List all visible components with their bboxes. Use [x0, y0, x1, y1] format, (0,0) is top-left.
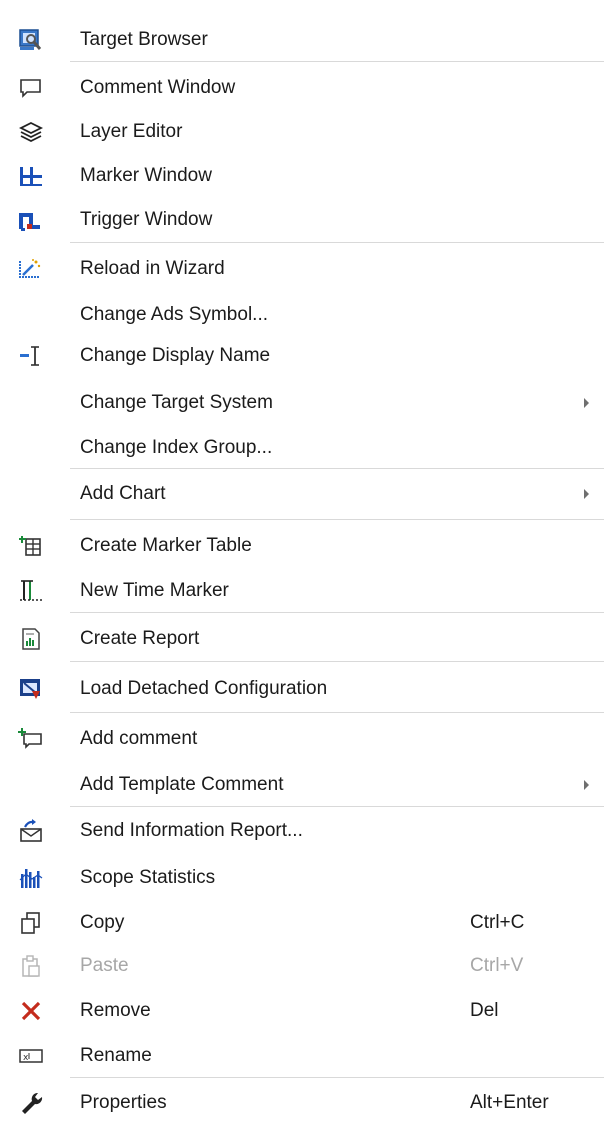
menu-separator: [70, 519, 604, 520]
menu-separator: [70, 612, 604, 613]
menu-item-layer-editor[interactable]: Layer Editor: [0, 110, 604, 154]
menu-item-send-information-report[interactable]: Send Information Report...: [0, 809, 604, 853]
menu-item-properties[interactable]: Properties Alt+Enter: [0, 1081, 604, 1125]
copy-icon: [18, 911, 44, 935]
menu-separator: [70, 806, 604, 807]
submenu-arrow-icon: [584, 398, 589, 408]
menu-item-label: Load Detached Configuration: [80, 678, 328, 699]
menu-item-label: New Time Marker: [80, 580, 229, 601]
shortcut-label: Alt+Enter: [470, 1092, 549, 1113]
menu-item-paste[interactable]: Paste Ctrl+V: [0, 944, 604, 988]
menu-item-label: Add Chart: [80, 483, 166, 504]
menu-item-label: Create Report: [80, 628, 200, 649]
menu-item-target-browser[interactable]: Target Browser: [0, 18, 604, 62]
context-menu: Target Browser Comment Window Layer Edit…: [0, 0, 604, 1124]
menu-separator: [70, 61, 604, 62]
submenu-arrow-icon: [584, 780, 589, 790]
svg-text:x: x: [23, 1053, 29, 1063]
menu-item-label: Trigger Window: [80, 209, 213, 230]
statistics-icon: [18, 866, 44, 890]
time-marker-icon: [18, 579, 44, 603]
menu-item-label: Layer Editor: [80, 121, 183, 142]
menu-item-label: Rename: [80, 1045, 152, 1066]
menu-item-add-template-comment[interactable]: Add Template Comment: [0, 763, 604, 807]
menu-item-comment-window[interactable]: Comment Window: [0, 66, 604, 110]
target-browser-icon: [18, 28, 44, 52]
report-icon: [18, 627, 44, 651]
menu-item-reload-in-wizard[interactable]: Reload in Wizard: [0, 247, 604, 291]
shortcut-label: Ctrl+C: [470, 912, 525, 933]
menu-item-label: Properties: [80, 1092, 167, 1113]
detached-config-icon: [18, 677, 44, 701]
menu-item-remove[interactable]: Remove Del: [0, 989, 604, 1033]
marker-table-icon: [18, 534, 44, 558]
marker-window-icon: [18, 164, 44, 188]
submenu-arrow-icon: [584, 489, 589, 499]
send-report-icon: [18, 819, 44, 843]
menu-item-label: Add Template Comment: [80, 774, 284, 795]
menu-item-create-report[interactable]: Create Report: [0, 617, 604, 661]
menu-item-rename[interactable]: x Rename: [0, 1034, 604, 1078]
menu-item-add-comment[interactable]: Add comment: [0, 717, 604, 761]
paste-icon: [18, 954, 44, 978]
menu-item-new-time-marker[interactable]: New Time Marker: [0, 569, 604, 613]
rename-icon: x: [18, 1044, 44, 1068]
menu-item-label: Send Information Report...: [80, 820, 303, 841]
wizard-icon: [18, 257, 44, 281]
menu-item-label: Change Target System: [80, 392, 273, 413]
layers-icon: [18, 120, 44, 144]
menu-item-label: Marker Window: [80, 165, 212, 186]
menu-item-change-index-group[interactable]: Change Index Group...: [0, 426, 604, 470]
menu-item-label: Paste: [80, 955, 129, 976]
menu-separator: [70, 468, 604, 469]
menu-item-change-ads-symbol[interactable]: Change Ads Symbol...: [0, 293, 604, 337]
menu-separator: [70, 1077, 604, 1078]
menu-item-scope-statistics[interactable]: Scope Statistics: [0, 856, 604, 900]
menu-item-copy[interactable]: Copy Ctrl+C: [0, 901, 604, 945]
shortcut-label: Del: [470, 1000, 499, 1021]
menu-item-label: Remove: [80, 1000, 151, 1021]
menu-item-label: Change Ads Symbol...: [80, 304, 268, 325]
menu-item-marker-window[interactable]: Marker Window: [0, 154, 604, 198]
menu-item-label: Change Index Group...: [80, 437, 273, 458]
menu-item-change-target-system[interactable]: Change Target System: [0, 381, 604, 425]
menu-item-label: Scope Statistics: [80, 867, 216, 888]
add-comment-icon: [18, 727, 44, 751]
menu-item-label: Copy: [80, 912, 125, 933]
menu-separator: [70, 242, 604, 243]
menu-item-label: Create Marker Table: [80, 535, 252, 556]
menu-item-change-display-name[interactable]: Change Display Name: [0, 334, 604, 378]
menu-item-label: Add comment: [80, 728, 198, 749]
display-name-icon: [18, 344, 44, 368]
menu-separator: [70, 661, 604, 662]
trigger-window-icon: [18, 208, 44, 232]
menu-item-create-marker-table[interactable]: Create Marker Table: [0, 524, 604, 568]
menu-item-label: Change Display Name: [80, 345, 271, 366]
menu-item-add-chart[interactable]: Add Chart: [0, 472, 604, 516]
wrench-icon: [18, 1091, 44, 1115]
menu-item-load-detached-configuration[interactable]: Load Detached Configuration: [0, 667, 604, 711]
menu-separator: [70, 712, 604, 713]
menu-item-label: Reload in Wizard: [80, 258, 225, 279]
menu-item-label: Comment Window: [80, 77, 236, 98]
remove-icon: [18, 999, 44, 1023]
comment-window-icon: [18, 76, 44, 100]
shortcut-label: Ctrl+V: [470, 955, 524, 976]
menu-item-label: Target Browser: [80, 29, 208, 50]
menu-item-trigger-window[interactable]: Trigger Window: [0, 198, 604, 242]
